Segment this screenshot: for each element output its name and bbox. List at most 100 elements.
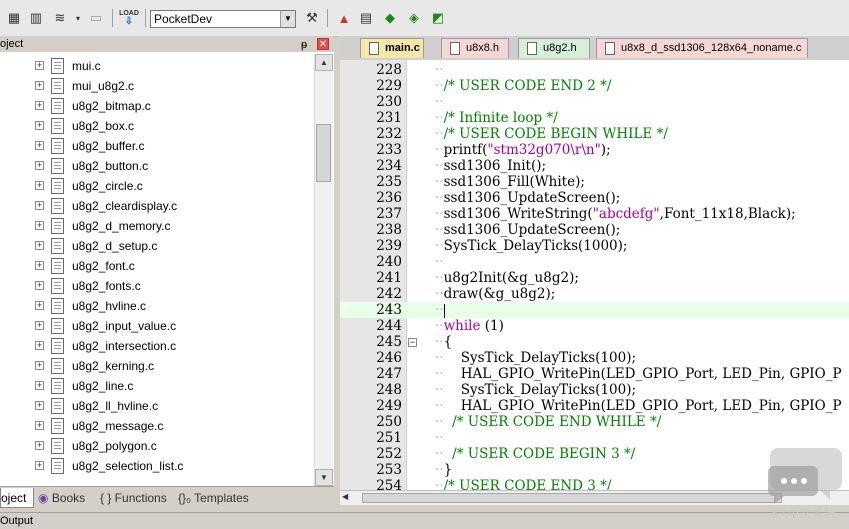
tree-item[interactable]: + u8g2_polygon.c [0, 436, 314, 456]
code-line[interactable]: 239 ··SysTick_DelayTicks(1000); [340, 238, 849, 254]
scroll-up-icon[interactable]: ▲ [315, 54, 333, 71]
stop-build-icon[interactable]: ▭ [86, 8, 106, 28]
tree-item[interactable]: + u8g2_d_memory.c [0, 216, 314, 236]
code-token: /* USER CODE END WHILE */ [443, 414, 662, 430]
tree-item[interactable]: + u8g2_hvline.c [0, 296, 314, 316]
tree-item[interactable]: + u8g2_line.c [0, 376, 314, 396]
tree-item[interactable]: + u8g2_buffer.c [0, 136, 314, 156]
code-line[interactable]: 231 ··/* Infinite loop */ [340, 110, 849, 126]
tree-item[interactable]: + u8g2_d_setup.c [0, 236, 314, 256]
code-line[interactable]: 248 ·· SysTick_DelayTicks(100); [340, 382, 849, 398]
code-line[interactable]: 232 ··/* USER CODE BEGIN WHILE */ [340, 126, 849, 142]
tree-item[interactable]: + u8g2_button.c [0, 156, 314, 176]
tree-item[interactable]: + mui.c [0, 56, 314, 76]
code-editor[interactable]: 228 ·· 229 ··/* USER CODE END 2 */230 ·· 231 ·… [340, 60, 849, 490]
code-line[interactable]: 229 ··/* USER CODE END 2 */ [340, 78, 849, 94]
window-layout-icon[interactable]: ▤ [356, 8, 376, 28]
expand-icon[interactable]: + [35, 461, 44, 470]
scroll-left-icon[interactable]: ◀ [342, 492, 348, 501]
tree-item[interactable]: + u8g2_input_value.c [0, 316, 314, 336]
pin-icon[interactable]: ᵽ [301, 37, 307, 53]
pack-installer-icon[interactable]: ◆ [380, 8, 400, 28]
dropdown-arrow-icon[interactable]: ▾ [68, 8, 88, 28]
scroll-thumb[interactable] [316, 124, 331, 182]
close-icon[interactable]: ✕ [317, 38, 329, 50]
expand-icon[interactable]: + [35, 421, 44, 430]
tree-vertical-scrollbar[interactable]: ▲ ▼ [314, 54, 333, 486]
tab-u8x8-d-ssd1306[interactable]: u8x8_d_ssd1306_128x64_noname.c [596, 38, 808, 58]
code-line[interactable]: 235 ··ssd1306_Fill(White); [340, 174, 849, 190]
code-token: ssd1306_WriteString( [443, 206, 593, 222]
expand-icon[interactable]: + [35, 121, 44, 130]
tree-item[interactable]: + u8g2_message.c [0, 416, 314, 436]
tab-books[interactable]: ◉ Books [38, 488, 85, 508]
expand-icon[interactable]: + [35, 61, 44, 70]
manage-components-icon[interactable]: ▲ [334, 8, 354, 28]
target-select[interactable]: PocketDev ▼ [150, 10, 296, 28]
code-line[interactable]: 244 ··while (1) [340, 318, 849, 334]
expand-icon[interactable]: + [35, 101, 44, 110]
load-button[interactable]: LOAD ⇩ [118, 8, 140, 28]
code-line[interactable]: 241 ··u8g2Init(&g_u8g2); [340, 270, 849, 286]
code-line[interactable]: 233 ··printf("stm32g070\r\n"); [340, 142, 849, 158]
tab-templates[interactable]: {}₀ Templates [178, 488, 249, 508]
code-line[interactable]: 242 ··draw(&g_u8g2); [340, 286, 849, 302]
tree-item[interactable]: + u8g2_kerning.c [0, 356, 314, 376]
code-line[interactable]: 237 ··ssd1306_WriteString("abcdefg",Font_… [340, 206, 849, 222]
expand-icon[interactable]: + [35, 301, 44, 310]
tree-item[interactable]: + u8g2_cleardisplay.c [0, 196, 314, 216]
fold-collapse-icon[interactable]: − [408, 338, 417, 347]
tree-item[interactable]: + u8g2_circle.c [0, 176, 314, 196]
tree-item[interactable]: + u8g2_bitmap.c [0, 96, 314, 116]
expand-icon[interactable]: + [35, 281, 44, 290]
tree-item[interactable]: + mui_u8g2.c [0, 76, 314, 96]
tree-item[interactable]: + u8g2_font.c [0, 256, 314, 276]
layers-icon[interactable]: ≋ [50, 8, 70, 28]
expand-icon[interactable]: + [35, 321, 44, 330]
tab-main-c[interactable]: main.c [360, 38, 424, 58]
expand-icon[interactable]: + [35, 181, 44, 190]
code-line[interactable]: 249 ·· HAL_GPIO_WritePin(LED_GPIO_Port, L… [340, 398, 849, 414]
code-line[interactable]: 247 ·· HAL_GPIO_WritePin(LED_GPIO_Port, L… [340, 366, 849, 382]
tab-u8g2-h[interactable]: u8g2.h [518, 38, 590, 58]
output-label[interactable]: Output [0, 515, 33, 527]
code-line[interactable]: 236 ··ssd1306_UpdateScreen(); [340, 190, 849, 206]
tab-u8x8-h[interactable]: u8x8.h [441, 38, 509, 58]
expand-icon[interactable]: + [35, 221, 44, 230]
select-software-packs-icon[interactable]: ◈ [404, 8, 424, 28]
code-line[interactable]: 246 ·· SysTick_DelayTicks(100); [340, 350, 849, 366]
code-line[interactable]: 243 ·· [340, 302, 849, 318]
chevron-down-icon[interactable]: ▼ [280, 11, 295, 27]
expand-icon[interactable]: + [35, 401, 44, 410]
code-line[interactable]: 250 ·· /* USER CODE END WHILE */ [340, 414, 849, 430]
expand-icon[interactable]: + [35, 441, 44, 450]
expand-icon[interactable]: + [35, 161, 44, 170]
tree-item[interactable]: + u8g2_intersection.c [0, 336, 314, 356]
tree-item[interactable]: + u8g2_fonts.c [0, 276, 314, 296]
expand-icon[interactable]: + [35, 81, 44, 90]
batch-build-icon[interactable]: ▦ [4, 8, 24, 28]
expand-icon[interactable]: + [35, 261, 44, 270]
code-line[interactable]: 245− ··{ [340, 334, 849, 350]
expand-icon[interactable]: + [35, 141, 44, 150]
expand-icon[interactable]: + [35, 361, 44, 370]
tree-item[interactable]: + u8g2_ll_hvline.c [0, 396, 314, 416]
tab-project[interactable]: oject [0, 488, 34, 508]
code-line[interactable]: 230 ·· [340, 94, 849, 110]
tree-item[interactable]: + u8g2_box.c [0, 116, 314, 136]
scroll-down-icon[interactable]: ▼ [315, 469, 333, 486]
manage-run-time-icon[interactable]: ◩ [428, 8, 448, 28]
expand-icon[interactable]: + [35, 381, 44, 390]
code-line[interactable]: 228 ·· [340, 62, 849, 78]
options-for-target-icon[interactable]: ⚒ [302, 8, 322, 28]
build-target-icon[interactable]: ▥ [26, 8, 46, 28]
tab-functions[interactable]: { } Functions [100, 488, 167, 508]
tree-item[interactable]: + u8g2_selection_list.c [0, 456, 314, 476]
expand-icon[interactable]: + [35, 341, 44, 350]
code-line[interactable]: 234 ··ssd1306_Init(); [340, 158, 849, 174]
scroll-thumb[interactable] [362, 493, 782, 503]
code-line[interactable]: 240 ·· [340, 254, 849, 270]
expand-icon[interactable]: + [35, 201, 44, 210]
code-line[interactable]: 238 ··ssd1306_UpdateScreen(); [340, 222, 849, 238]
expand-icon[interactable]: + [35, 241, 44, 250]
